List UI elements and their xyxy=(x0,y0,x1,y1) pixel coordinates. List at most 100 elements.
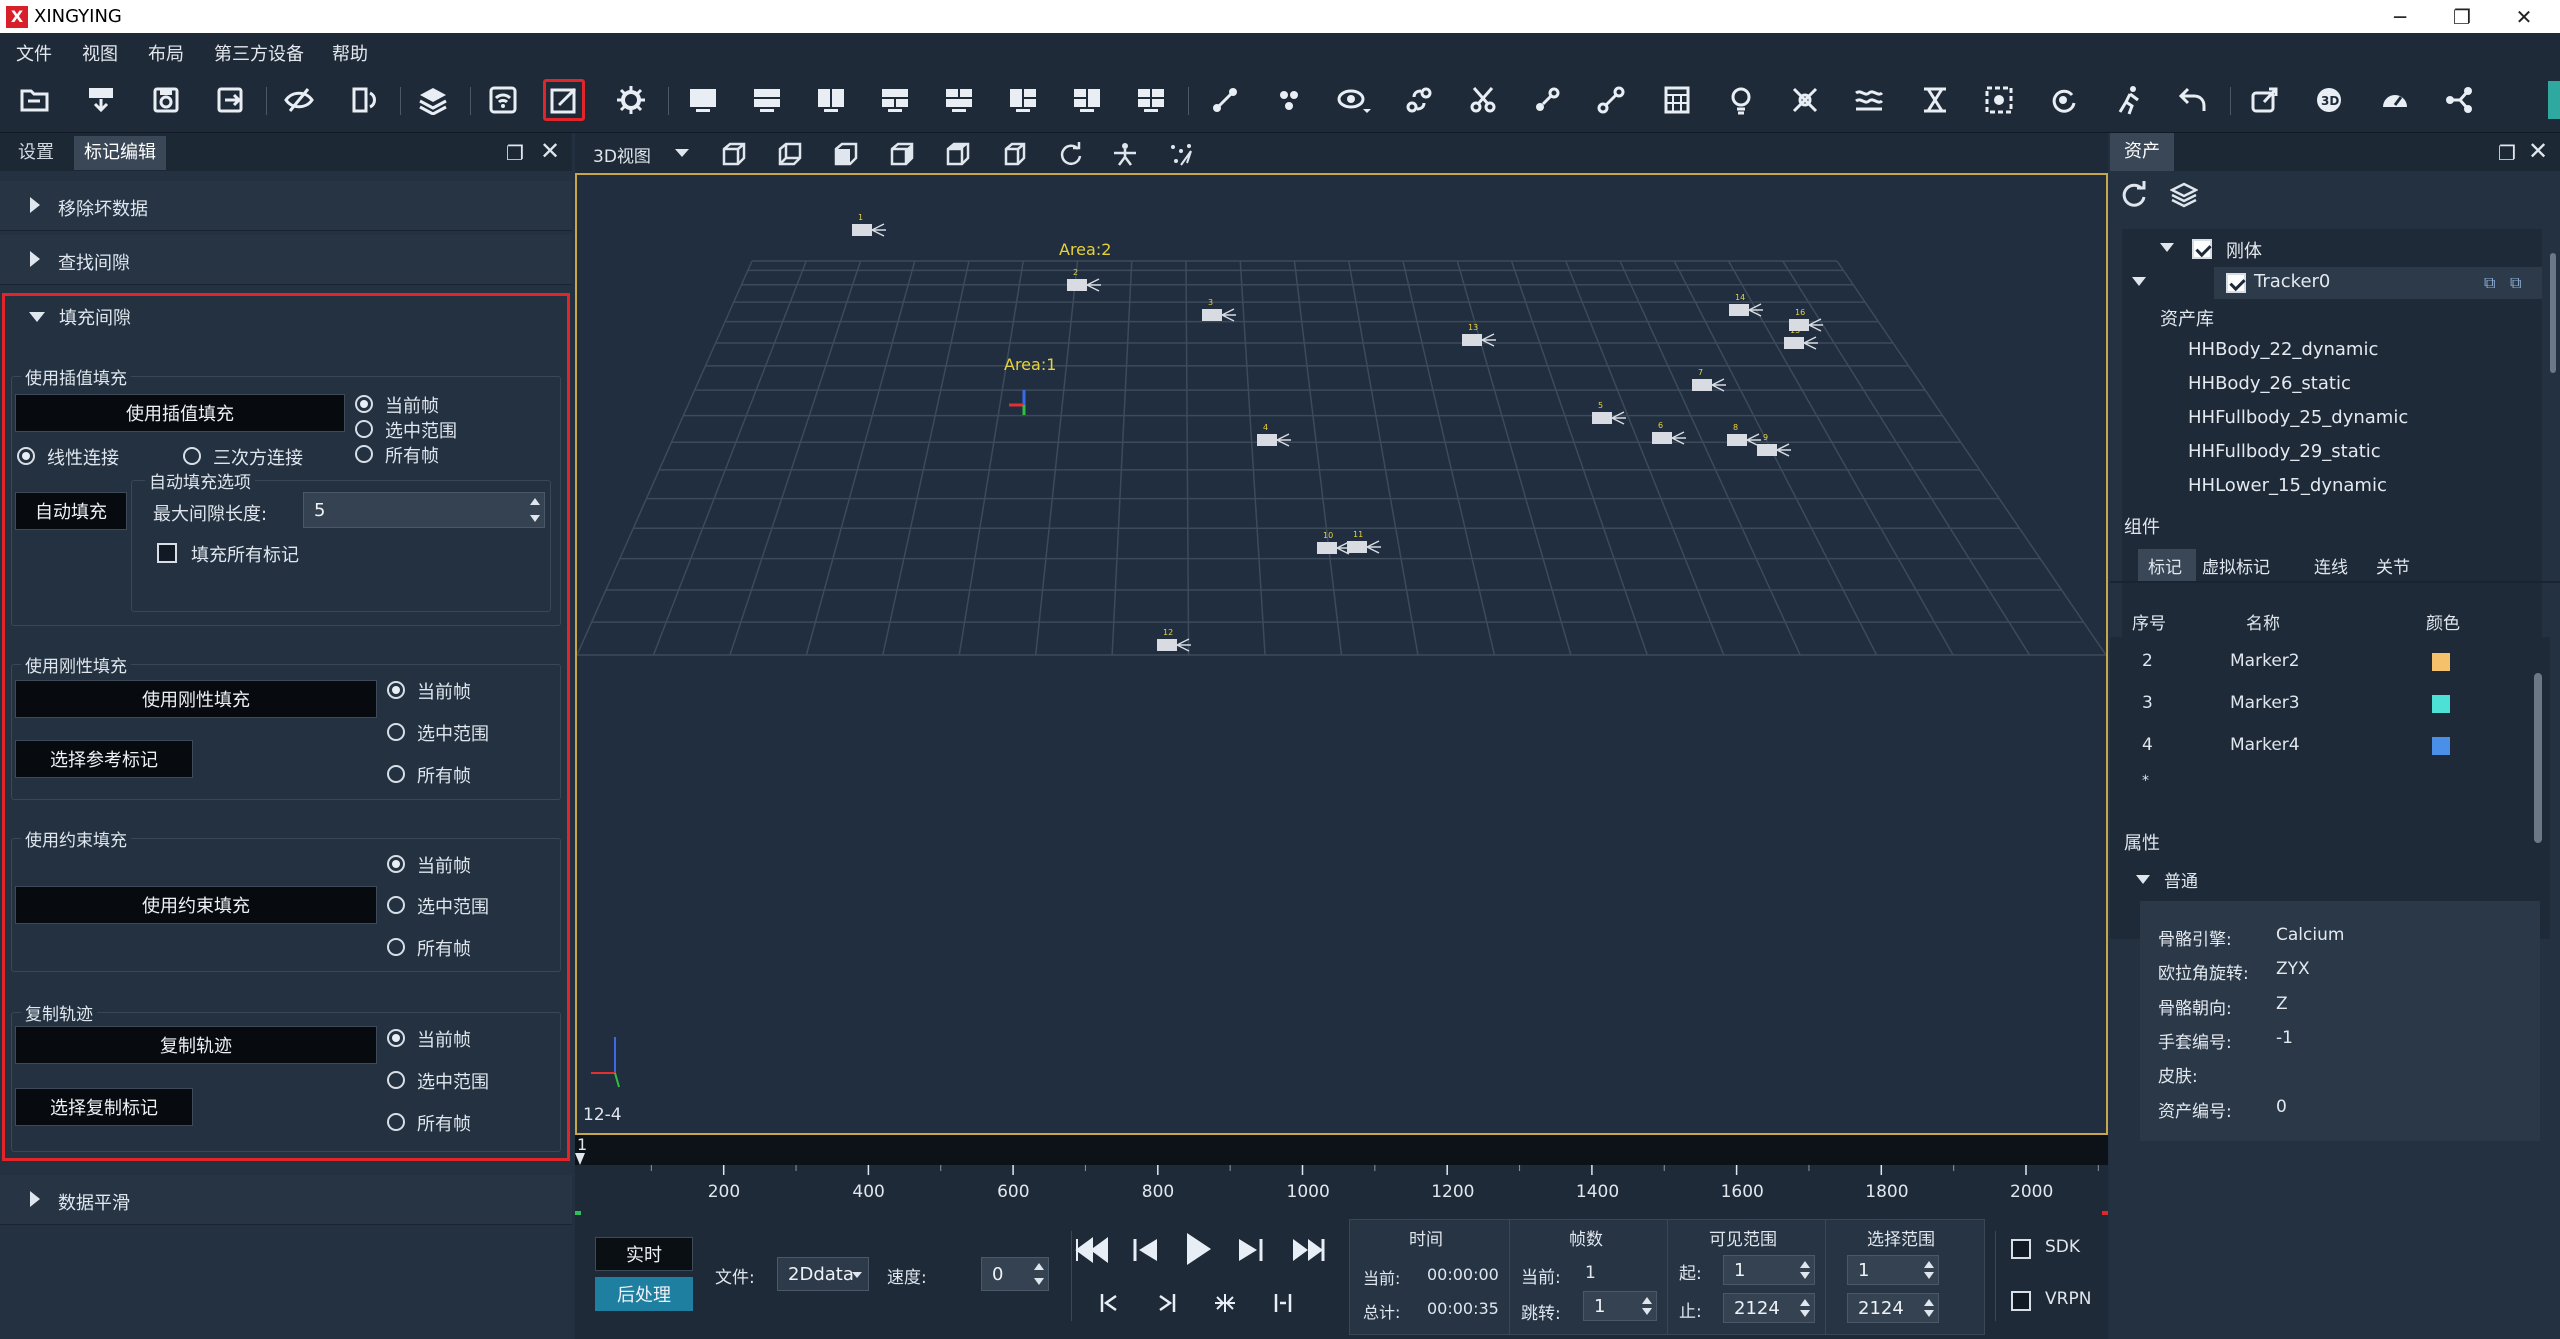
visible-end-stepper[interactable]: 2124 xyxy=(1723,1293,1815,1323)
view-front-icon[interactable] xyxy=(721,141,747,172)
prop-value[interactable]: Z xyxy=(2276,994,2288,1014)
filter-icon[interactable] xyxy=(1914,79,1956,121)
rigid-radio-current[interactable] xyxy=(387,681,405,699)
comp-tab-joints[interactable]: 关节 xyxy=(2376,553,2410,578)
hide-icon[interactable] xyxy=(278,79,320,121)
color-swatch[interactable] xyxy=(2432,653,2450,671)
spin-down-icon[interactable] xyxy=(1800,1272,1810,1279)
target-icon[interactable] xyxy=(1978,79,2020,121)
comp-tab-virtual-markers[interactable]: 虚拟标记 xyxy=(2202,553,2270,578)
layout-bottom-icon[interactable] xyxy=(938,79,980,121)
vrpn-checkbox[interactable] xyxy=(2011,1291,2031,1311)
close-window-button[interactable]: ✕ xyxy=(2494,2,2554,32)
layout-quad-icon[interactable] xyxy=(1130,79,1172,121)
menu-file[interactable]: 文件 xyxy=(16,40,52,66)
undo-icon[interactable] xyxy=(2172,79,2214,121)
open-folder-icon[interactable] xyxy=(14,79,56,121)
tree-rigid-body[interactable]: 刚体 xyxy=(2226,237,2262,263)
record-disk-icon[interactable] xyxy=(145,79,187,121)
comp-tab-links[interactable]: 连线 xyxy=(2314,553,2348,578)
settings-gear-icon[interactable] xyxy=(610,79,652,121)
skip-to-start-icon[interactable] xyxy=(1071,1231,1111,1278)
speed-stepper[interactable]: 0 xyxy=(981,1257,1049,1291)
menu-help[interactable]: 帮助 xyxy=(332,40,368,66)
max-gap-stepper[interactable]: 5 xyxy=(303,492,545,528)
layout-three-icon[interactable] xyxy=(1002,79,1044,121)
prop-value[interactable]: -1 xyxy=(2276,1028,2293,1048)
constraint-radio-all[interactable] xyxy=(387,938,405,956)
group-icon[interactable] xyxy=(1268,79,1310,121)
prop-value[interactable]: 0 xyxy=(2276,1097,2287,1117)
spin-up-icon[interactable] xyxy=(1800,1261,1810,1268)
run-icon[interactable] xyxy=(2108,79,2150,121)
layout-hsplit-icon[interactable] xyxy=(746,79,788,121)
connect-icon[interactable] xyxy=(1590,79,1632,121)
copy-radio-range[interactable] xyxy=(387,1071,405,1089)
bulb-icon[interactable] xyxy=(1720,79,1762,121)
section-fill-gaps-header[interactable]: 填充间隙 xyxy=(5,296,567,336)
tab-marker-edit[interactable]: 标记编辑 xyxy=(74,136,166,170)
gap-expand-icon[interactable] xyxy=(1271,1291,1295,1320)
menu-layout[interactable]: 布局 xyxy=(148,40,184,66)
tree-asset[interactable]: HHLower_15_dynamic xyxy=(2188,475,2387,496)
maximize-button[interactable]: ❐ xyxy=(2432,2,2492,32)
spin-down-icon[interactable] xyxy=(1924,1272,1934,1279)
tree-scrollbar[interactable] xyxy=(2550,253,2556,373)
color-swatch[interactable] xyxy=(2432,737,2450,755)
spin-down-icon[interactable] xyxy=(530,515,540,522)
spin-up-icon[interactable] xyxy=(1642,1297,1652,1304)
comp-tab-markers[interactable]: 标记 xyxy=(2138,549,2196,581)
prop-value[interactable]: Calcium xyxy=(2276,925,2344,945)
prop-value[interactable]: ZYX xyxy=(2276,959,2310,979)
interp-radio-current[interactable] xyxy=(355,395,373,413)
interp-radio-range[interactable] xyxy=(355,420,373,438)
collapse-arrow-icon[interactable] xyxy=(2132,277,2146,286)
rigid-body-checkbox[interactable] xyxy=(2192,239,2212,259)
postprocess-button[interactable]: 后处理 xyxy=(595,1277,693,1311)
play-icon[interactable] xyxy=(1177,1227,1217,1278)
table-scrollbar[interactable] xyxy=(2534,673,2542,843)
swap-icon[interactable] xyxy=(1398,79,1440,121)
cubic-connect-radio[interactable] xyxy=(183,447,201,465)
cut-icon[interactable] xyxy=(1462,79,1504,121)
minimize-button[interactable]: ─ xyxy=(2370,2,2430,32)
copy-radio-current[interactable] xyxy=(387,1029,405,1047)
file-select[interactable]: 2Ddata xyxy=(777,1257,869,1291)
wave-icon[interactable] xyxy=(1848,79,1890,121)
sdk-checkbox[interactable] xyxy=(2011,1239,2031,1259)
props-group-label[interactable]: 普通 xyxy=(2164,867,2198,892)
table-row-new[interactable]: * xyxy=(2142,773,2149,789)
tracker-checkbox[interactable] xyxy=(2226,273,2246,293)
spin-up-icon[interactable] xyxy=(1034,1263,1044,1270)
marker-cloud-icon[interactable] xyxy=(1167,141,1195,172)
scene-canvas[interactable]: Area:2Area:11234567891011121314151612-4 xyxy=(576,175,2107,1133)
select-copy-marker-button[interactable]: 选择复制标记 xyxy=(15,1088,193,1126)
tree-asset[interactable]: HHFullbody_29_static xyxy=(2188,441,2381,462)
layers-icon[interactable] xyxy=(2169,181,2199,214)
fill-all-markers-checkbox[interactable] xyxy=(157,543,177,563)
join-icon[interactable] xyxy=(1526,79,1568,121)
tree-asset[interactable]: HHFullbody_25_dynamic xyxy=(2188,407,2408,428)
layout-top-icon[interactable] xyxy=(874,79,916,121)
calculator-icon[interactable] xyxy=(1656,79,1698,121)
speed-icon[interactable] xyxy=(2374,79,2416,121)
tree-library[interactable]: 资产库 xyxy=(2160,305,2214,331)
interp-radio-all[interactable] xyxy=(355,445,373,463)
3d-scene[interactable]: Area:2Area:11234567891011121314151612-4 xyxy=(575,173,2108,1135)
visible-start-stepper[interactable]: 1 xyxy=(1723,1255,1815,1285)
toolbar-overflow-handle[interactable] xyxy=(2548,81,2560,119)
section-find-gaps[interactable]: 查找间隙 xyxy=(0,235,572,285)
chevron-down-icon[interactable] xyxy=(675,149,689,157)
rigid-fill-button[interactable]: 使用刚性填充 xyxy=(15,680,377,718)
table-row[interactable]: Marker3 xyxy=(2230,693,2300,713)
reset-view-icon[interactable] xyxy=(1057,141,1083,172)
select-start-stepper[interactable]: 1 xyxy=(1847,1255,1939,1285)
view-left-icon[interactable] xyxy=(833,141,859,172)
close-panel-icon[interactable]: ✕ xyxy=(2528,137,2548,165)
table-row[interactable]: Marker4 xyxy=(2230,735,2300,755)
spin-up-icon[interactable] xyxy=(1800,1299,1810,1306)
layout-left-icon[interactable] xyxy=(1066,79,1108,121)
3d-icon[interactable]: 3D xyxy=(2308,79,2350,121)
table-row[interactable]: 2 xyxy=(2142,651,2153,671)
timeline-track[interactable]: 1 xyxy=(575,1135,2108,1165)
